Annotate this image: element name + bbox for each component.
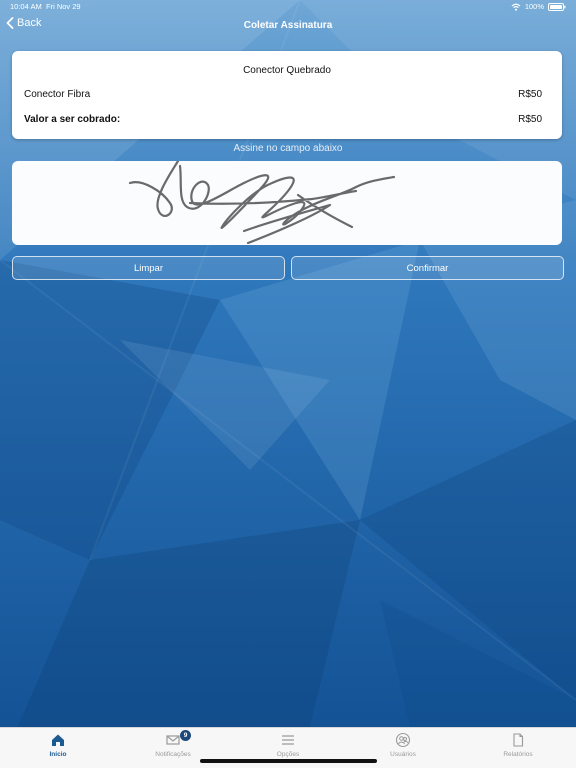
battery-icon [548,3,566,11]
total-label: Valor a ser cobrado: [24,114,121,125]
tab-label: Início [49,751,67,758]
total-row: Valor a ser cobrado: R$50 [24,114,542,125]
status-right: 100% [511,0,566,14]
tab-relatorios[interactable]: Relatórios [478,732,558,764]
signature-pad[interactable] [12,161,562,245]
tab-label: Relatórios [503,751,533,758]
tab-label: Opções [276,751,300,758]
tab-label: Notificações [155,751,191,758]
item-value: R$50 [518,89,542,100]
tab-inicio[interactable]: Início [18,732,98,764]
signature-hint: Assine no campo abaixo [233,143,343,154]
navigation-bar: Back Coletar Assinatura [0,14,576,38]
clear-button[interactable]: Limpar [12,256,285,280]
home-indicator [200,759,377,763]
document-icon [513,733,524,747]
home-icon [52,734,64,746]
page-title: Coletar Assinatura [243,20,333,31]
status-time: 10:04 AM [10,2,42,11]
item-row: Conector Fibra R$50 [24,89,542,100]
total-value: R$50 [518,114,542,125]
mail-icon [166,735,180,745]
battery-percent: 100% [524,2,544,11]
notification-badge: 9 [180,730,191,741]
status-date: Fri Nov 29 [46,2,81,11]
users-icon [395,732,411,748]
confirm-button[interactable]: Confirmar [291,256,564,280]
service-title: Conector Quebrado [243,65,331,76]
menu-icon [282,735,294,745]
summary-card: Conector Quebrado Conector Fibra R$50 Va… [12,51,562,139]
item-label: Conector Fibra [24,89,91,100]
status-bar: 10:04 AM Fri Nov 29 100% [0,0,576,14]
signature-stroke [128,161,396,245]
wifi-icon [511,3,521,11]
tab-label: Usuários [390,751,416,758]
